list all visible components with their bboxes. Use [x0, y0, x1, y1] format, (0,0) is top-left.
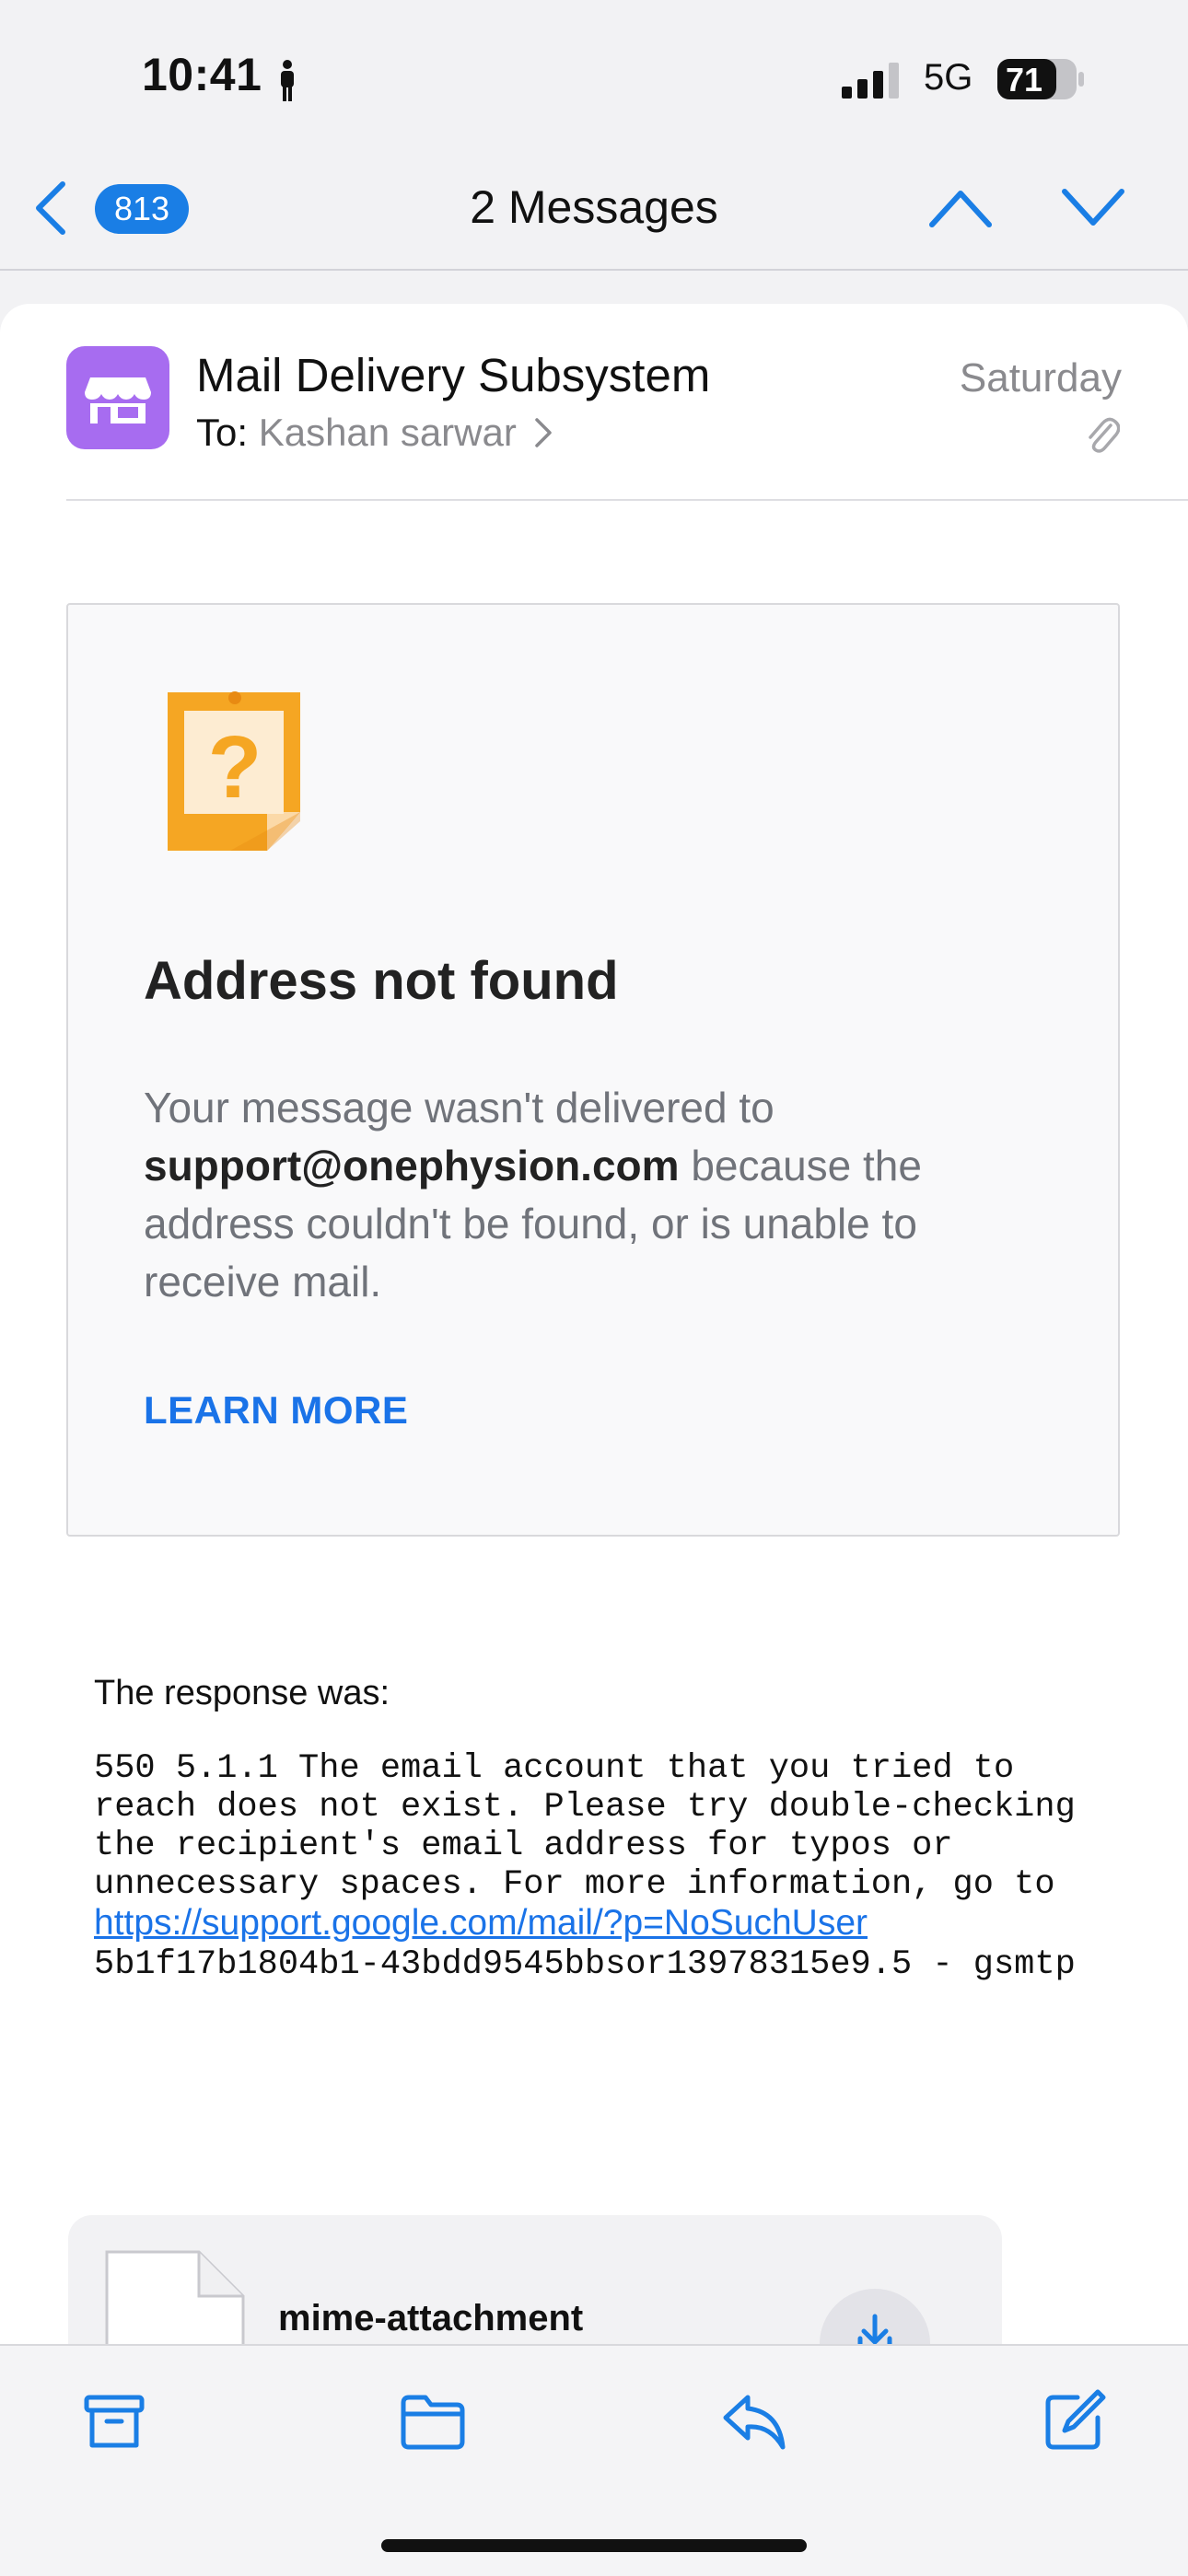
chevron-right-icon: [534, 418, 552, 447]
bounce-title: Address not found: [144, 951, 619, 1011]
thread-title: 2 Messages: [470, 181, 718, 233]
battery-level: 71: [1006, 61, 1043, 99]
question-note-icon: ?: [168, 691, 300, 851]
attachment-name: mime-attachment: [278, 2298, 584, 2338]
folder-icon[interactable]: [400, 2388, 466, 2454]
bounce-description: Your message wasn't delivered to support…: [144, 1079, 1000, 1311]
home-indicator: [381, 2539, 807, 2552]
person-icon: [281, 60, 294, 101]
battery-icon: 71: [996, 57, 1085, 101]
learn-more-link[interactable]: LEARN MORE: [144, 1388, 408, 1433]
paperclip-icon: [1089, 417, 1120, 453]
response-body: 550 5.1.1 The email account that you tri…: [94, 1749, 1089, 1984]
message-date: Saturday: [959, 355, 1122, 400]
status-time: 10:41: [142, 49, 262, 100]
sender-avatar: [66, 346, 169, 449]
bounced-email-address: support@onephysion.com: [144, 1142, 680, 1189]
cellular-signal-icon: [842, 63, 899, 99]
support-link[interactable]: https://support.google.com/mail/?p=NoSuc…: [94, 1903, 868, 1943]
response-label: The response was:: [94, 1674, 390, 1712]
svg-text:?: ?: [208, 718, 262, 817]
reply-icon[interactable]: [720, 2388, 786, 2454]
sender-name[interactable]: Mail Delivery Subsystem: [196, 348, 710, 402]
recipient-name[interactable]: Kashan sarwar: [259, 411, 517, 454]
network-type: 5G: [924, 57, 973, 98]
compose-icon[interactable]: [1041, 2388, 1107, 2454]
to-label: To:: [196, 411, 249, 454]
response-text: 550 5.1.1 The email account that you tri…: [94, 1749, 1096, 1904]
storefront-icon: [85, 377, 151, 424]
header-divider: [66, 499, 1188, 501]
recipient-row[interactable]: To: Kashan sarwar: [196, 411, 553, 455]
response-trace-id: 5b1f17b1804b1-43bdd9545bbsor13978315e9.5…: [94, 1945, 1076, 1984]
archive-icon[interactable]: [81, 2388, 147, 2454]
previous-message-chevron-icon[interactable]: [928, 184, 993, 230]
next-message-chevron-icon[interactable]: [1061, 184, 1125, 230]
bounce-text-before: Your message wasn't delivered to: [144, 1084, 775, 1131]
